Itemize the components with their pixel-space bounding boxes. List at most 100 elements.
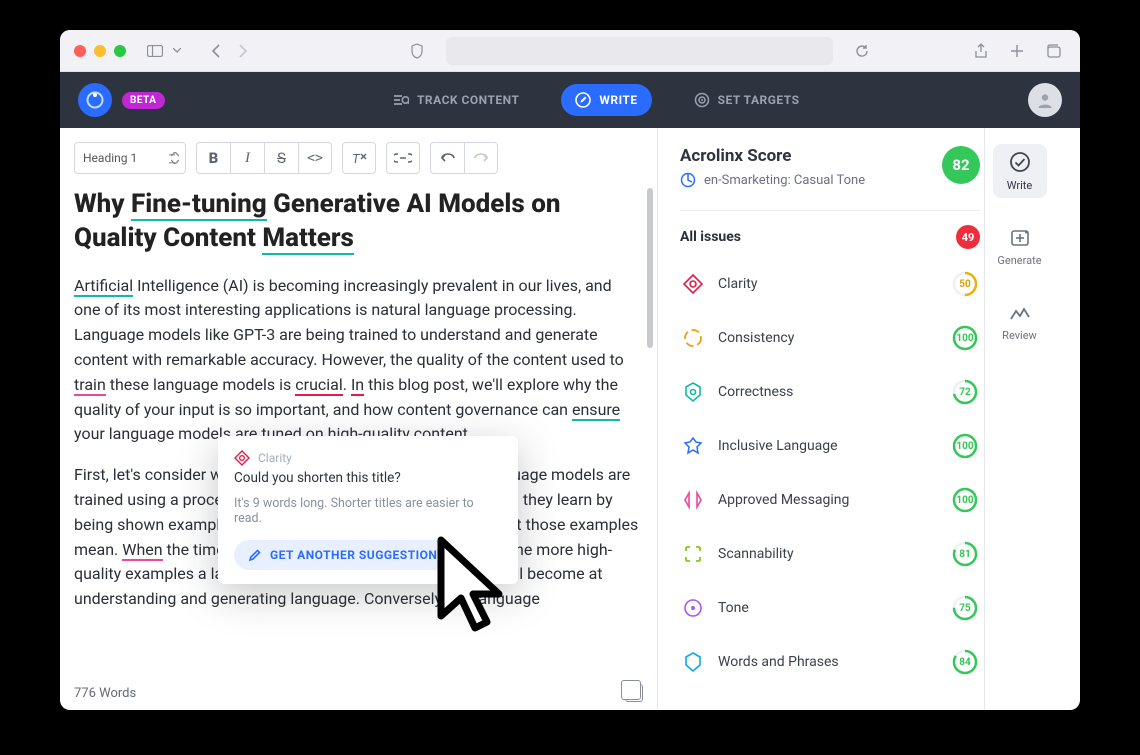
target-icon (694, 92, 710, 108)
p1-c: train (74, 375, 106, 396)
nav-targets-label: SET TARGETS (718, 93, 800, 107)
minimize-window-button[interactable] (94, 45, 106, 57)
p1-a: Artificial (74, 276, 133, 297)
rail-write-label: Write (1007, 179, 1032, 192)
nav-track-content[interactable]: TRACK CONTENT (379, 85, 533, 115)
score-title: Acrolinx Score (680, 146, 865, 166)
rail-generate[interactable]: Generate (993, 220, 1047, 274)
nav-write[interactable]: WRITE (561, 84, 651, 116)
issue-score-ring: 81 (952, 541, 978, 567)
track-icon (393, 93, 409, 107)
window-controls (74, 45, 126, 57)
issue-label: Approved Messaging (718, 492, 849, 508)
issue-label: Tone (718, 600, 749, 616)
title-underline-2: Matters (262, 223, 354, 255)
all-issues-row[interactable]: All issues 49 (680, 225, 980, 249)
paragraph-1[interactable]: Artificial Intelligence (AI) is becoming… (74, 274, 639, 448)
issue-row-consistency[interactable]: Consistency 100 (680, 311, 980, 365)
tone-row: en-Smarketing: Casual Tone (680, 172, 865, 188)
pencil-icon (248, 548, 262, 562)
issue-row-correctness[interactable]: Correctness72 (680, 365, 980, 419)
issue-row-tone[interactable]: Tone75 (680, 581, 980, 635)
popup-question: Could you shorten this title? (234, 470, 502, 486)
document-title[interactable]: Why Fine-tuning Generative AI Models on … (74, 188, 639, 256)
address-bar[interactable] (446, 37, 832, 65)
rail-write[interactable]: Write (993, 144, 1047, 198)
issue-score-ring: 100 (952, 487, 978, 513)
issue-row-words-and-phrases[interactable]: Words and Phrases 84 (680, 635, 980, 689)
code-button[interactable]: <> (298, 142, 332, 174)
redo-button[interactable] (464, 142, 498, 174)
editor-body[interactable]: Why Fine-tuning Generative AI Models on … (74, 188, 657, 678)
browser-titlebar (60, 30, 1080, 72)
nav-set-targets[interactable]: SET TARGETS (680, 84, 814, 116)
back-button[interactable] (202, 38, 228, 64)
score-value: 82 (952, 156, 969, 174)
issue-row-scannability[interactable]: Scannability 81 (680, 527, 980, 581)
format-group: B I S <> (196, 142, 332, 174)
chevron-down-icon[interactable] (170, 38, 184, 64)
issue-score-ring: 84 (952, 649, 978, 675)
editor-toolbar: Heading 1 B I S <> T (74, 142, 657, 174)
issue-label: Words and Phrases (718, 654, 839, 670)
issue-icon (682, 273, 704, 295)
undo-button[interactable] (430, 142, 464, 174)
all-issues-label: All issues (680, 229, 741, 245)
rail-review[interactable]: Review (993, 296, 1047, 350)
issue-label: Consistency (718, 330, 794, 346)
tone-label: en-Smarketing: Casual Tone (704, 173, 865, 188)
issue-icon (682, 489, 704, 511)
p1-e: crucial (295, 375, 342, 396)
reload-button[interactable] (849, 38, 875, 64)
tone-icon (680, 172, 696, 188)
get-another-suggestion-button[interactable]: GET ANOTHER SUGGESTION (234, 540, 451, 570)
rail-review-label: Review (1002, 329, 1037, 342)
score-badge: 82 (942, 146, 980, 184)
link-button[interactable] (386, 142, 420, 174)
issue-icon (682, 651, 704, 673)
content-area: Heading 1 B I S <> T (60, 128, 1080, 710)
p1-b: Intelligence (AI) is becoming increasing… (74, 276, 624, 369)
p1-f: . (343, 375, 351, 394)
italic-button[interactable]: I (230, 142, 264, 174)
p1-i: ensure (572, 400, 620, 421)
issue-score-ring: 100 (952, 325, 978, 351)
sidebar-toggle[interactable] (142, 38, 168, 64)
chevron-updown-icon (171, 152, 179, 164)
forward-button[interactable] (230, 38, 256, 64)
share-icon[interactable] (968, 38, 994, 64)
title-text: Why (74, 189, 131, 219)
clear-format-button[interactable]: T (342, 142, 376, 174)
copy-button[interactable] (625, 684, 643, 702)
scrollbar[interactable] (647, 188, 653, 348)
bold-button[interactable]: B (196, 142, 230, 174)
style-select[interactable]: Heading 1 (74, 142, 186, 174)
app-logo[interactable] (78, 83, 112, 117)
user-avatar[interactable] (1028, 83, 1062, 117)
issue-count-badge: 49 (956, 225, 980, 249)
tabs-icon[interactable] (1040, 38, 1066, 64)
issue-label: Clarity (718, 276, 757, 292)
issue-row-clarity[interactable]: Clarity50 (680, 257, 980, 311)
issue-label: Scannability (718, 546, 794, 562)
popup-message: It's 9 words long. Shorter titles are ea… (234, 496, 502, 526)
issue-score-ring: 72 (952, 379, 978, 405)
issue-icon (682, 543, 704, 565)
copy-icon (625, 684, 643, 702)
maximize-window-button[interactable] (114, 45, 126, 57)
score-panel: Acrolinx Score en-Smarketing: Casual Ton… (658, 128, 984, 710)
new-tab-button[interactable] (1004, 38, 1030, 64)
check-circle-icon (1009, 151, 1031, 173)
divider (680, 210, 980, 211)
p2-b: When (122, 540, 162, 561)
history-group (430, 142, 498, 174)
issue-icon (682, 435, 704, 457)
close-window-button[interactable] (74, 45, 86, 57)
issue-score-ring: 100 (952, 433, 978, 459)
review-icon (1009, 305, 1031, 323)
suggestion-popup: Clarity Could you shorten this title? It… (218, 436, 518, 584)
strike-button[interactable]: S (264, 142, 298, 174)
issue-row-inclusive-language[interactable]: Inclusive Language100 (680, 419, 980, 473)
issue-row-approved-messaging[interactable]: Approved Messaging 100 (680, 473, 980, 527)
shield-icon[interactable] (404, 38, 430, 64)
